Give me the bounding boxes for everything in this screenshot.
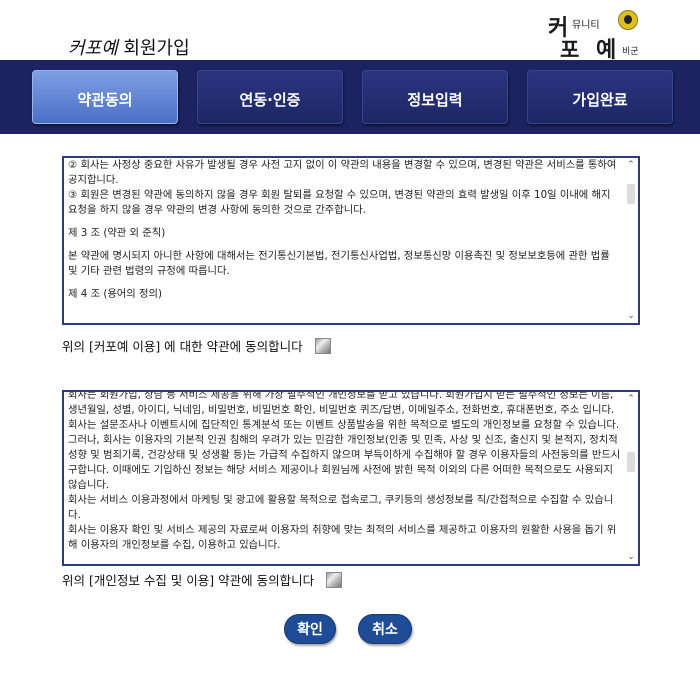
site-logo[interactable]: 커 뮤니티 포 예 비군: [548, 10, 643, 63]
cancel-button[interactable]: 취소: [358, 614, 412, 644]
step-tab-terms[interactable]: 약관동의: [32, 70, 178, 124]
confirm-button[interactable]: 확인: [284, 614, 336, 644]
privacy-agree-label: 위의 [개인정보 수집 및 이용] 약관에 동의합니다: [62, 573, 315, 588]
terms-agree-label: 위의 [커포예 이용] 에 대한 약관에 동의합니다: [62, 339, 303, 354]
logo-seal-icon: [618, 10, 638, 30]
step-tab-complete[interactable]: 가입완료: [527, 70, 673, 124]
step-tab-label: 연동·인증: [239, 90, 301, 109]
terms-of-use-box[interactable]: ② 회사는 사정상 중요한 사유가 발생될 경우 사전 고지 없이 이 약관의 …: [62, 156, 640, 325]
terms-paragraph: 회사는 설문조사나 이벤트시에 집단적인 통계분석 또는 이벤트 상품발송을 위…: [68, 419, 621, 491]
page-title-text: 회원가입: [117, 38, 190, 59]
terms-agree-row: 위의 [커포예 이용] 에 대한 약관에 동의합니다: [62, 336, 331, 355]
terms-agree-checkbox[interactable]: [314, 337, 331, 354]
step-tab-info[interactable]: 정보입력: [362, 70, 508, 124]
scroll-up-icon[interactable]: ⌃: [626, 394, 636, 404]
scroll-thumb[interactable]: [627, 184, 635, 204]
page-title: 커포예 회원가입: [68, 34, 190, 60]
page-title-brand: 커포예: [68, 38, 118, 59]
scroll-down-icon[interactable]: ⌄: [626, 552, 636, 562]
terms-paragraph: ② 회사는 사정상 중요한 사유가 발생될 경우 사전 고지 없이 이 약관의 …: [68, 159, 617, 186]
step-tab-verification[interactable]: 연동·인증: [197, 70, 343, 124]
step-tab-label: 가입완료: [572, 90, 628, 109]
step-tab-label: 약관동의: [77, 90, 133, 109]
terms-paragraph: 본 약관에 명시되지 아니한 사항에 대해서는 전기통신기본법, 전기통신사업법…: [68, 250, 610, 277]
logo-small-1: 뮤니티: [572, 20, 600, 31]
terms-of-use-content: ② 회사는 사정상 중요한 사유가 발생될 경우 사전 고지 없이 이 약관의 …: [68, 158, 622, 302]
privacy-agree-row: 위의 [개인정보 수집 및 이용] 약관에 동의합니다: [62, 570, 343, 589]
terms-paragraph: 제 3 조 (약관 외 준칙): [68, 227, 166, 239]
terms-paragraph: 회사는 이용자 확인 및 서비스 제공의 자료로써 이용자의 취향에 맞는 최적…: [68, 524, 617, 551]
scrollbar[interactable]: ⌃ ⌄: [624, 392, 638, 564]
privacy-terms-box[interactable]: 회사는 회원가입, 상담 등 서비스 제공을 위해 가장 필수적인 개인정보를 …: [62, 390, 640, 566]
scrollbar[interactable]: ⌃ ⌄: [624, 158, 638, 323]
terms-paragraph: ③ 회원은 변경된 약관에 동의하지 않을 경우 회원 탈퇴를 요청할 수 있으…: [68, 189, 611, 216]
step-tab-label: 정보입력: [407, 90, 463, 109]
terms-paragraph: 회사는 회원가입, 상담 등 서비스 제공을 위해 가장 필수적인 개인정보를 …: [68, 390, 615, 416]
terms-paragraph: 회사는 서비스 이용과정에서 마케팅 및 광고에 활용할 목적으로 접속로그, …: [68, 494, 614, 521]
privacy-agree-checkbox[interactable]: [326, 571, 343, 588]
scroll-down-icon[interactable]: ⌄: [626, 311, 636, 321]
terms-paragraph: 제 4 조 (용어의 정의): [68, 288, 162, 300]
logo-small-2: 비군: [622, 47, 639, 57]
privacy-terms-content: 회사는 회원가입, 상담 등 서비스 제공을 위해 가장 필수적인 개인정보를 …: [68, 390, 622, 553]
scroll-thumb[interactable]: [627, 452, 635, 472]
scroll-up-icon[interactable]: ⌃: [626, 160, 636, 170]
